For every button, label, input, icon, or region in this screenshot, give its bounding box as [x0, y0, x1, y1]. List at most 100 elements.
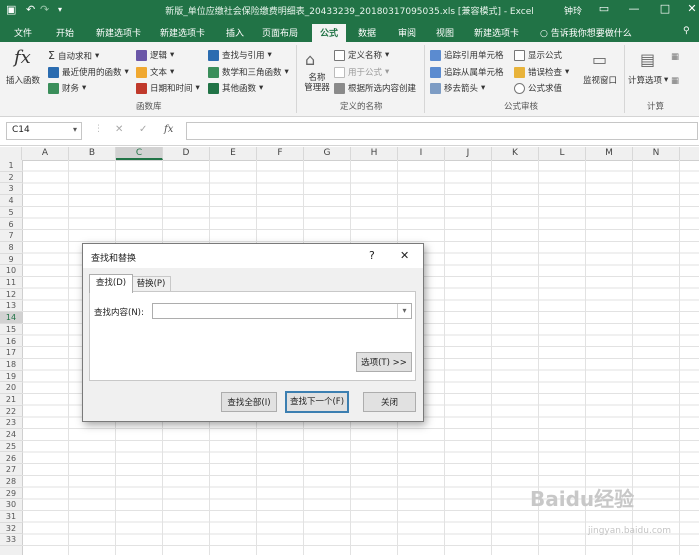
column-header[interactable]: K [492, 147, 539, 160]
close-button[interactable]: ✕ [682, 2, 699, 15]
share-icon[interactable]: ⚲ [683, 26, 690, 36]
row-header[interactable]: 2 [0, 172, 22, 184]
calc-sheet-icon[interactable]: ▦ [671, 76, 679, 86]
recent-functions-button[interactable]: 最近使用的函数 ▾ [48, 66, 129, 78]
chevron-down-icon[interactable]: ▾ [397, 304, 411, 318]
options-button[interactable]: 选项(T) >> [356, 352, 412, 372]
column-header[interactable]: H [351, 147, 398, 160]
row-header[interactable]: 25 [0, 441, 22, 453]
help-icon[interactable]: ? [369, 249, 375, 262]
tab-insert[interactable]: 插入 [226, 26, 244, 39]
tab-find[interactable]: 查找(D) [89, 274, 133, 293]
row-header[interactable]: 4 [0, 195, 22, 207]
row-header[interactable]: 11 [0, 277, 22, 289]
row-header[interactable]: 28 [0, 476, 22, 488]
tab-review[interactable]: 审阅 [398, 26, 416, 39]
row-header[interactable]: 13 [0, 300, 22, 313]
row-header[interactable]: 23 [0, 417, 22, 430]
tab-replace[interactable]: 替换(P) [131, 276, 171, 292]
minimize-button[interactable]: — [624, 2, 644, 15]
error-checking-button[interactable]: 错误检查 ▾ [514, 66, 569, 78]
watch-window-button[interactable]: 监视窗口 [583, 74, 617, 86]
show-formulas-button[interactable]: 显示公式 [514, 49, 562, 61]
column-header[interactable]: A [22, 147, 69, 160]
tab-new-2[interactable]: 新建选项卡 [160, 26, 205, 39]
insert-function-icon[interactable]: fx [164, 124, 173, 135]
row-header[interactable]: 18 [0, 359, 22, 371]
formula-input[interactable] [186, 122, 698, 140]
datetime-button[interactable]: 日期和时间 ▾ [136, 82, 200, 94]
column-header[interactable]: E [210, 147, 257, 160]
dialog-close-button[interactable]: 关闭 [363, 392, 416, 412]
financial-button[interactable]: 财务 ▾ [48, 82, 86, 94]
row-header[interactable]: 31 [0, 511, 22, 523]
tab-home[interactable]: 开始 [56, 26, 74, 39]
text-button[interactable]: 文本 ▾ [136, 66, 174, 78]
other-functions-button[interactable]: 其他函数 ▾ [208, 82, 263, 94]
row-header[interactable]: 14 [0, 312, 22, 324]
logical-button[interactable]: 逻辑 ▾ [136, 49, 174, 61]
row-header[interactable]: 1 [0, 160, 22, 172]
enter-icon[interactable]: ✓ [139, 124, 147, 135]
calc-now-icon[interactable]: ▦ [671, 52, 679, 62]
select-all-corner[interactable] [0, 147, 22, 160]
row-header[interactable]: 29 [0, 488, 22, 500]
row-header[interactable]: 8 [0, 242, 22, 254]
row-header[interactable]: 26 [0, 453, 22, 465]
column-header[interactable]: L [539, 147, 586, 160]
calc-options-button[interactable]: 计算选项 ▾ [628, 74, 668, 86]
row-header[interactable]: 22 [0, 406, 22, 418]
evaluate-formula-button[interactable]: 公式求值 [514, 82, 562, 94]
column-header[interactable]: F [257, 147, 304, 160]
drag-handle-icon[interactable]: ⋮ [94, 124, 103, 134]
math-button[interactable]: 数学和三角函数 ▾ [208, 66, 289, 78]
column-header[interactable]: J [445, 147, 492, 160]
define-name-button[interactable]: 定义名称 ▾ [334, 49, 389, 61]
lookup-button[interactable]: 查找与引用 ▾ [208, 49, 272, 61]
row-header[interactable]: 5 [0, 207, 22, 219]
column-header[interactable]: D [163, 147, 210, 160]
tab-formulas[interactable]: 公式 [312, 24, 347, 42]
find-next-button[interactable]: 查找下一个(F) [285, 391, 349, 413]
tell-me-box[interactable]: ○ 告诉我你想要做什么 [540, 26, 632, 39]
row-header[interactable]: 20 [0, 382, 22, 394]
tab-new-1[interactable]: 新建选项卡 [96, 26, 141, 39]
create-from-selection-button[interactable]: 根据所选内容创建 [334, 82, 416, 94]
row-header[interactable]: 15 [0, 324, 22, 336]
tab-file[interactable]: 文件 [14, 26, 32, 39]
find-input[interactable]: ▾ [152, 303, 412, 319]
ribbon-display-icon[interactable]: ▭ [594, 2, 614, 15]
remove-arrows-button[interactable]: 移去箭头 ▾ [430, 82, 485, 94]
trace-dependents-button[interactable]: 追踪从属单元格 [430, 66, 504, 78]
row-header[interactable]: 7 [0, 230, 22, 242]
column-header[interactable]: O [680, 147, 699, 160]
dialog-close-icon[interactable]: ✕ [400, 249, 409, 262]
column-header[interactable]: C [116, 147, 163, 160]
row-header[interactable]: 33 [0, 534, 22, 547]
row-header[interactable]: 12 [0, 289, 22, 301]
tab-new-3[interactable]: 新建选项卡 [474, 26, 519, 39]
user-name[interactable]: 钟玲 [563, 4, 583, 17]
name-box[interactable]: C14 ▾ [6, 122, 82, 140]
row-header[interactable]: 24 [0, 429, 22, 441]
restore-button[interactable]: □ [655, 2, 675, 15]
name-manager-button[interactable]: 名称 管理器 [302, 73, 332, 93]
column-header[interactable]: M [586, 147, 633, 160]
cancel-icon[interactable]: ✕ [115, 124, 123, 135]
use-in-formula-button[interactable]: 用于公式 ▾ [334, 66, 389, 78]
column-header[interactable]: I [398, 147, 445, 160]
autosum-button[interactable]: Σ 自动求和 ▾ [48, 49, 99, 62]
find-all-button[interactable]: 查找全部(I) [221, 392, 277, 412]
trace-precedents-button[interactable]: 追踪引用单元格 [430, 49, 504, 61]
column-header[interactable]: G [304, 147, 351, 160]
row-header[interactable]: 27 [0, 464, 22, 476]
row-header[interactable]: 3 [0, 183, 22, 196]
tab-page-layout[interactable]: 页面布局 [262, 26, 298, 39]
tab-data[interactable]: 数据 [358, 26, 376, 39]
column-header[interactable]: B [69, 147, 116, 160]
row-header[interactable]: 32 [0, 523, 22, 535]
fx-icon[interactable]: fx [14, 47, 31, 68]
row-header[interactable]: 16 [0, 336, 22, 348]
row-header[interactable]: 10 [0, 265, 22, 277]
row-header[interactable]: 9 [0, 254, 22, 266]
